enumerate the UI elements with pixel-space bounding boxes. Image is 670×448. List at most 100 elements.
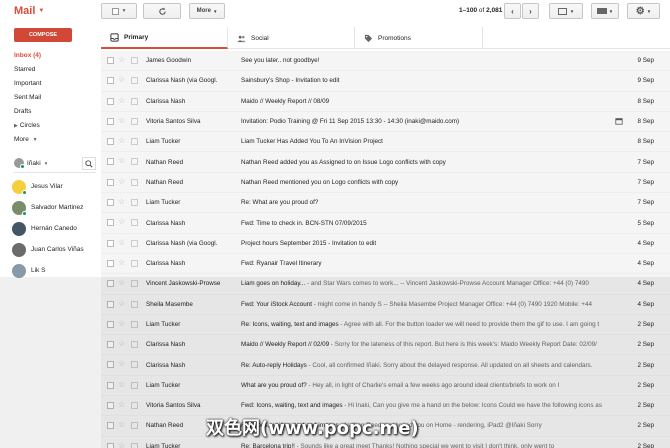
importance-marker-icon[interactable] <box>131 57 138 64</box>
message-row[interactable]: ☆ Vitoria Santos Silva Invitation: Podio T… <box>101 111 670 133</box>
contact-item[interactable]: Lik S <box>12 260 100 281</box>
star-icon[interactable]: ☆ <box>118 238 125 247</box>
message-row[interactable]: ☆ Liam Tucker Re: Icons, waiting, text and… <box>101 314 670 336</box>
tab-promotions[interactable]: Promotions <box>355 27 483 49</box>
contact-item[interactable]: Hernán Canedo <box>12 218 100 239</box>
star-icon[interactable]: ☆ <box>118 136 125 145</box>
importance-marker-icon[interactable] <box>131 381 138 389</box>
importance-marker-icon[interactable] <box>131 199 138 207</box>
importance-marker-icon[interactable] <box>131 259 138 267</box>
star-icon[interactable]: ☆ <box>118 258 125 267</box>
star-icon[interactable]: ☆ <box>118 339 125 348</box>
contact-item[interactable]: Salvador Martinez <box>12 197 100 218</box>
split-pane-button[interactable]: ▼ <box>549 3 583 19</box>
importance-marker-icon[interactable] <box>131 341 138 349</box>
star-icon[interactable]: ☆ <box>118 55 125 64</box>
message-row[interactable]: ☆ Nathan Reed Nathan Reed mentioned you on… <box>101 172 670 194</box>
row-checkbox[interactable] <box>107 117 114 125</box>
importance-marker-icon[interactable] <box>131 117 138 125</box>
mail-menu[interactable]: Mail ▼ <box>14 5 44 17</box>
nav-item-sent[interactable]: Sent Mail <box>14 91 100 105</box>
row-checkbox[interactable] <box>107 97 114 105</box>
row-checkbox[interactable] <box>107 361 114 369</box>
star-icon[interactable]: ☆ <box>118 217 125 226</box>
importance-marker-icon[interactable] <box>131 178 138 186</box>
row-checkbox[interactable] <box>107 259 114 267</box>
nav-item-inbox[interactable]: Inbox (4) <box>14 49 100 63</box>
row-checkbox[interactable] <box>107 442 114 448</box>
tab-social[interactable]: Social <box>228 27 355 49</box>
importance-marker-icon[interactable] <box>131 361 138 369</box>
star-icon[interactable]: ☆ <box>118 420 125 429</box>
row-checkbox[interactable] <box>107 199 114 207</box>
star-icon[interactable]: ☆ <box>118 75 125 84</box>
importance-marker-icon[interactable] <box>131 300 138 308</box>
row-checkbox[interactable] <box>107 280 114 288</box>
message-row[interactable]: ☆ James Goodwin See you later.. not goodby… <box>101 51 670 72</box>
input-tools-button[interactable]: ▼ <box>591 3 619 19</box>
message-row[interactable]: ☆ Clarissa Nash Maido // Weekly Report // … <box>101 335 670 356</box>
older-button[interactable]: › <box>522 3 539 19</box>
row-checkbox[interactable] <box>107 422 114 430</box>
message-row[interactable]: ☆ Clarissa Nash Fwd: Ryanair Travel Itiner… <box>101 253 670 275</box>
refresh-button[interactable] <box>143 3 181 19</box>
message-row[interactable]: ☆ Vincent Jaskowski-Prowse Liam goes on ho… <box>101 274 670 295</box>
row-checkbox[interactable] <box>107 138 114 146</box>
importance-marker-icon[interactable] <box>131 402 138 410</box>
message-row[interactable]: ☆ Nathan Reed Nathan Reed added you as Ass… <box>101 152 670 173</box>
importance-marker-icon[interactable] <box>131 422 138 430</box>
contact-item[interactable]: Juan Carlos Viñas <box>12 239 100 260</box>
message-row[interactable]: ☆ Clarissa Nash (via Googl. Project hours … <box>101 233 670 254</box>
row-checkbox[interactable] <box>107 239 114 247</box>
star-icon[interactable]: ☆ <box>118 116 125 125</box>
row-checkbox[interactable] <box>107 219 114 227</box>
hangouts-me[interactable]: Iñaki ▼ <box>14 158 48 169</box>
message-row[interactable]: ☆ Liam Tucker Liam Tucker Has Added You To… <box>101 132 670 153</box>
tab-primary[interactable]: Primary <box>101 27 228 49</box>
importance-marker-icon[interactable] <box>131 320 138 328</box>
star-icon[interactable]: ☆ <box>118 319 125 328</box>
nav-item-starred[interactable]: Starred <box>14 63 100 77</box>
star-icon[interactable]: ☆ <box>118 156 125 165</box>
message-row[interactable]: ☆ Liam Tucker Re: What are you proud of? 7 … <box>101 193 670 214</box>
row-checkbox[interactable] <box>107 158 114 166</box>
star-icon[interactable]: ☆ <box>118 278 125 287</box>
importance-marker-icon[interactable] <box>131 280 138 288</box>
star-icon[interactable]: ☆ <box>118 400 125 409</box>
settings-button[interactable]: ⚙ ▼ <box>627 3 660 19</box>
importance-marker-icon[interactable] <box>131 219 138 227</box>
select-all-button[interactable]: ▼ <box>101 3 137 19</box>
message-row[interactable]: ☆ Clarissa Nash Re: Auto-reply Holidays - … <box>101 355 670 376</box>
nav-item-more[interactable]: More ▼ <box>14 133 100 147</box>
search-people-button[interactable] <box>82 157 96 170</box>
row-checkbox[interactable] <box>107 57 114 64</box>
message-row[interactable]: ☆ Clarissa Nash Fwd: Time to check in. BCN… <box>101 213 670 234</box>
row-checkbox[interactable] <box>107 300 114 308</box>
row-checkbox[interactable] <box>107 178 114 186</box>
row-checkbox[interactable] <box>107 402 114 410</box>
message-row[interactable]: ☆ Liam Tucker What are you proud of? - Hey… <box>101 375 670 397</box>
importance-marker-icon[interactable] <box>131 158 138 166</box>
star-icon[interactable]: ☆ <box>118 299 125 308</box>
row-checkbox[interactable] <box>107 341 114 349</box>
nav-item-drafts[interactable]: Drafts <box>14 105 100 119</box>
message-row[interactable]: ☆ Clarissa Nash (via Googl. Sainsbury's Sh… <box>101 71 670 92</box>
message-row[interactable]: ☆ Clarissa Nash Maido // Weekly Report // … <box>101 91 670 112</box>
newer-button[interactable]: ‹ <box>504 3 521 19</box>
star-icon[interactable]: ☆ <box>118 96 125 105</box>
row-checkbox[interactable] <box>107 77 114 85</box>
importance-marker-icon[interactable] <box>131 77 138 85</box>
contact-item[interactable]: Jesus Vilar <box>12 176 100 197</box>
importance-marker-icon[interactable] <box>131 442 138 448</box>
star-icon[interactable]: ☆ <box>118 441 125 448</box>
row-checkbox[interactable] <box>107 381 114 389</box>
star-icon[interactable]: ☆ <box>118 359 125 368</box>
row-checkbox[interactable] <box>107 320 114 328</box>
importance-marker-icon[interactable] <box>131 138 138 146</box>
star-icon[interactable]: ☆ <box>118 380 125 389</box>
importance-marker-icon[interactable] <box>131 97 138 105</box>
star-icon[interactable]: ☆ <box>118 197 125 206</box>
compose-button[interactable]: COMPOSE <box>14 28 72 42</box>
nav-item-circles[interactable]: ▶ Circles <box>14 119 100 133</box>
importance-marker-icon[interactable] <box>131 239 138 247</box>
